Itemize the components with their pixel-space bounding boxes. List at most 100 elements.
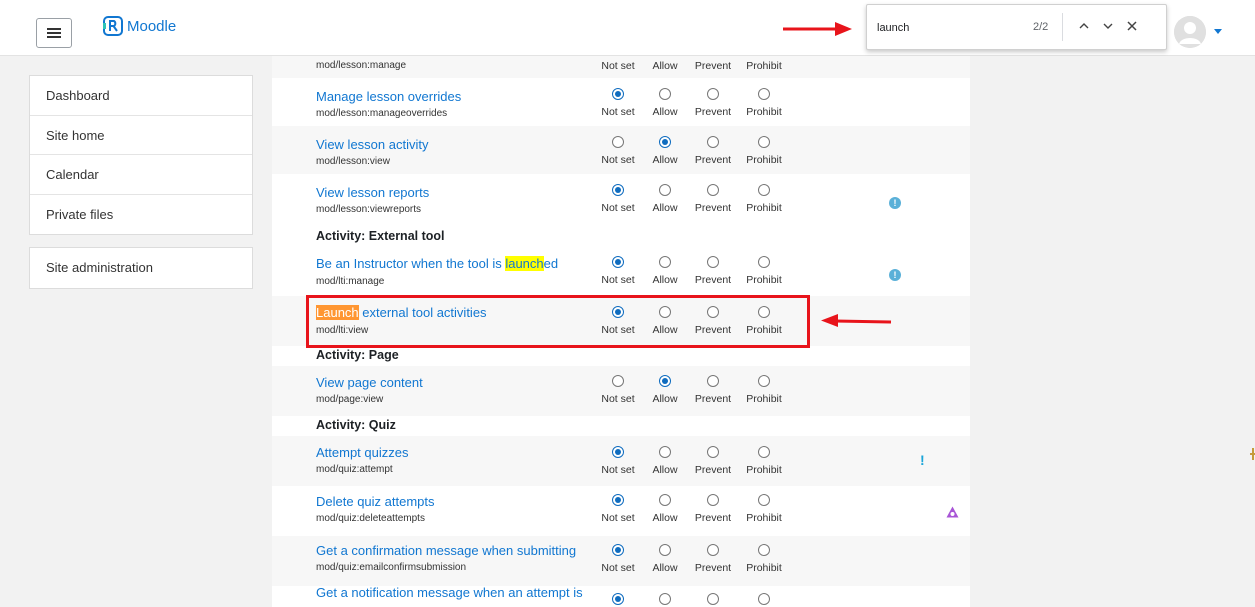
permission-radio-prevent[interactable] [707,544,719,556]
capability-link[interactable]: View page content [316,375,423,390]
capability-link[interactable]: Get a confirmation message when submitti… [316,543,576,558]
risk-info-icon[interactable]: ! [889,269,901,281]
permission-label-prevent: Prevent [694,393,732,405]
permission-label-allow: Allow [652,154,678,166]
permission-radio-prevent[interactable] [707,446,719,458]
find-bar-divider [1062,13,1063,41]
permission-label-allow: Allow [652,274,678,286]
user-avatar[interactable] [1174,16,1206,48]
table-row [272,366,970,416]
brand-name: Moodle [127,17,177,35]
capability-name: mod/lti:manage [316,276,385,287]
permission-radio-not-set[interactable] [612,494,624,506]
permission-radio-not-set[interactable] [612,184,624,196]
table-row [272,436,970,486]
permission-radio-prohibit[interactable] [758,446,770,458]
permission-label-not-set: Not set [601,60,635,72]
hamburger-icon [47,28,61,38]
permission-label-allow: Allow [652,60,678,72]
sidebar-item-dashboard[interactable]: Dashboard [30,76,252,116]
find-close-button[interactable] [1122,16,1142,36]
capability-link[interactable]: Be an Instructor when the tool is launch… [316,256,558,271]
permission-label-prohibit: Prohibit [746,562,782,574]
permission-radio-allow[interactable] [659,256,671,268]
permission-radio-prohibit[interactable] [758,544,770,556]
permission-label-prohibit: Prohibit [746,464,782,476]
capability-link[interactable]: Get a notification message when an attem… [316,585,583,600]
permission-radio-not-set[interactable] [612,256,624,268]
permission-radio-allow[interactable] [659,375,671,387]
permission-radio-not-set[interactable] [612,544,624,556]
permission-label-not-set: Not set [601,512,635,524]
permission-label-not-set: Not set [601,274,635,286]
permission-radio-prevent[interactable] [707,184,719,196]
permission-label-prohibit: Prohibit [746,393,782,405]
permission-radio-allow[interactable] [659,494,671,506]
permission-label-prohibit: Prohibit [746,512,782,524]
permission-radio-prohibit[interactable] [758,184,770,196]
sidebar-nav: Dashboard Site home Calendar Private fil… [29,75,253,235]
find-next-button[interactable] [1098,16,1118,36]
permission-radio-not-set[interactable] [612,375,624,387]
permission-radio-not-set[interactable] [612,88,624,100]
capability-link[interactable]: View lesson reports [316,185,429,200]
permission-radio-prevent[interactable] [707,494,719,506]
permission-radio-prohibit[interactable] [758,593,770,605]
capability-name: mod/quiz:deleteattempts [316,513,425,524]
capability-link[interactable]: Manage lesson overrides [316,89,461,104]
permission-radio-not-set[interactable] [612,593,624,605]
permission-label-prohibit: Prohibit [746,202,782,214]
permission-radio-allow[interactable] [659,184,671,196]
sidebar-item-site-home[interactable]: Site home [30,116,252,155]
permission-label-prevent: Prevent [694,562,732,574]
capability-link[interactable]: View lesson activity [316,137,428,152]
find-input[interactable] [877,19,1017,37]
permission-radio-prohibit[interactable] [758,494,770,506]
search-match-highlight: launch [505,256,544,271]
permission-label-allow: Allow [652,512,678,524]
risk-warning-icon[interactable]: ! [920,452,925,468]
capability-title-part: ed [543,256,559,271]
capability-link[interactable]: Delete quiz attempts [316,494,435,509]
menu-toggle-button[interactable] [36,18,72,48]
capability-name: mod/page:view [316,394,384,405]
site-brand[interactable]: Moodle [103,16,176,36]
permission-radio-allow[interactable] [659,88,671,100]
permission-radio-prohibit[interactable] [758,136,770,148]
capability-name: mod/lesson:manageoverrides [316,108,448,119]
permission-radio-allow[interactable] [659,593,671,605]
permission-label-not-set: Not set [601,464,635,476]
permission-label-not-set: Not set [601,562,635,574]
permission-label-not-set: Not set [601,202,635,214]
user-menu-caret-icon[interactable] [1214,29,1222,34]
chevron-up-icon [1079,23,1089,29]
capability-link[interactable]: Attempt quizzes [316,445,409,460]
risk-data-loss-icon[interactable] [946,506,959,518]
permission-radio-allow[interactable] [659,136,671,148]
permission-radio-allow[interactable] [659,544,671,556]
permission-radio-prevent[interactable] [707,375,719,387]
permission-radio-prevent[interactable] [707,256,719,268]
permission-radio-prohibit[interactable] [758,256,770,268]
sidebar-item-site-administration[interactable]: Site administration [30,248,252,288]
sidebar-item-calendar[interactable]: Calendar [30,155,252,195]
permission-radio-prevent[interactable] [707,593,719,605]
permission-radio-prohibit[interactable] [758,375,770,387]
permission-radio-prevent[interactable] [707,88,719,100]
permission-label-allow: Allow [652,202,678,214]
sidebar-item-private-files[interactable]: Private files [30,195,252,235]
permission-radio-prevent[interactable] [707,136,719,148]
find-match-count: 2/2 [1033,21,1049,33]
permission-label-prohibit: Prohibit [746,106,782,118]
permission-radio-prohibit[interactable] [758,88,770,100]
capability-title-part: Be an Instructor when the tool is [316,256,506,271]
permission-radio-allow[interactable] [659,446,671,458]
find-previous-button[interactable] [1074,16,1094,36]
risk-info-icon[interactable]: ! [889,197,901,209]
permission-label-prohibit: Prohibit [746,60,782,72]
permission-radio-not-set[interactable] [612,446,624,458]
permission-radio-not-set[interactable] [612,136,624,148]
user-avatar-icon [1174,16,1206,48]
permission-label-allow: Allow [652,393,678,405]
sidebar-admin-nav: Site administration [29,247,253,289]
